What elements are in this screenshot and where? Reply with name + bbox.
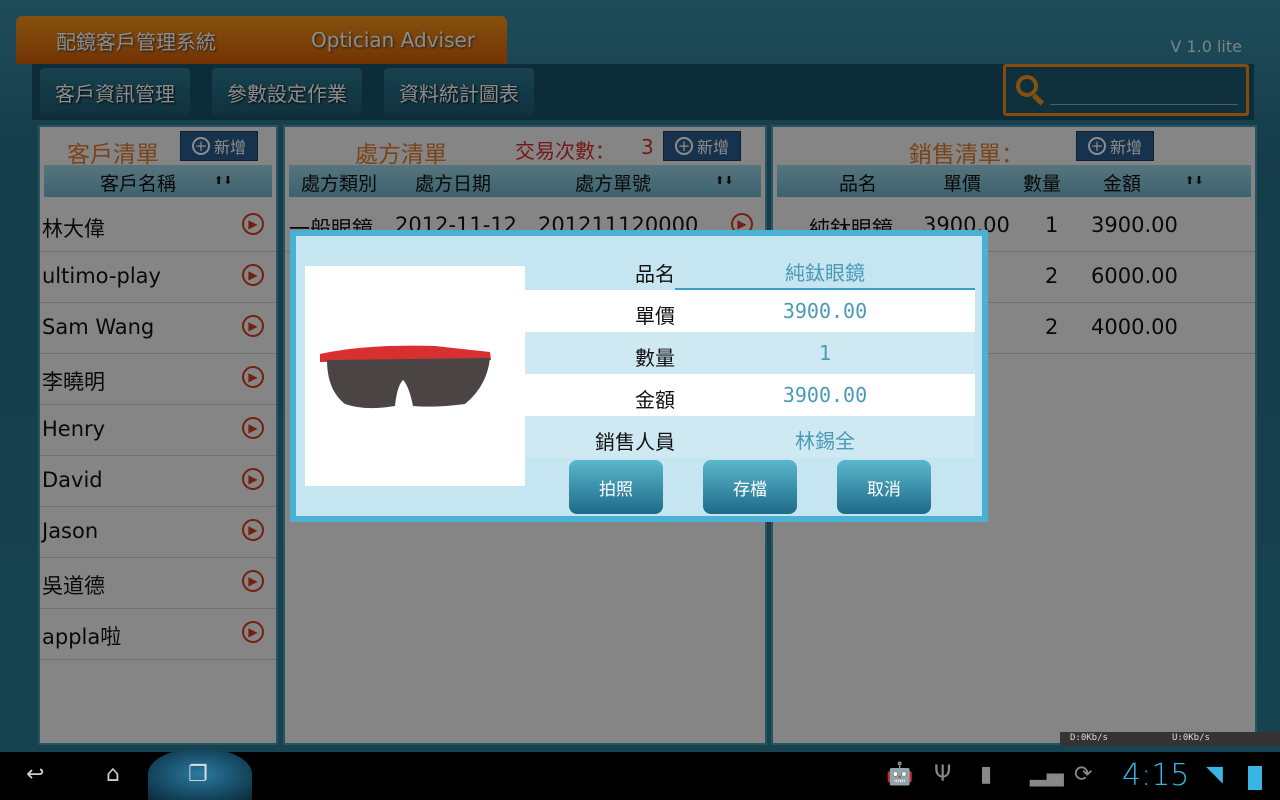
android-debug-icon: 🤖 — [886, 762, 914, 787]
cancel-button[interactable]: 取消 — [837, 460, 931, 514]
usb-icon: Ψ — [934, 762, 952, 787]
recent-apps-icon: ❐ — [188, 762, 208, 787]
battery-icon — [1248, 766, 1262, 790]
home-icon[interactable]: ⌂ — [106, 762, 120, 787]
field-label: 數量 — [635, 346, 675, 370]
dialog-field-row: 數量 1 — [525, 332, 975, 374]
field-label: 金額 — [635, 388, 675, 412]
wifi-icon: ◥ — [1206, 762, 1223, 787]
dialog-field-row: 金額 3900.00 — [525, 374, 975, 416]
sale-item-dialog: 品名 純鈦眼鏡 單價 3900.00 數量 1 金額 3900.00 銷售人員 林錫全 拍照 存檔… — [290, 230, 988, 522]
field-label: 單價 — [635, 304, 675, 328]
field-value-input[interactable]: 3900.00 — [675, 383, 975, 407]
clock: 4:15 — [1122, 758, 1190, 793]
sd-card-icon: ▮ — [980, 762, 993, 787]
field-value-input[interactable]: 3900.00 — [675, 299, 975, 323]
dialog-field-row: 單價 3900.00 — [525, 290, 975, 332]
field-value-input[interactable]: 林錫全 — [675, 425, 975, 454]
sync-icon: ⟳ — [1074, 762, 1093, 787]
field-label: 品名 — [635, 262, 675, 286]
back-icon[interactable]: ↩ — [26, 762, 44, 787]
network-speed-overlay: D:0Kb/s U:0Kb/s — [1060, 732, 1280, 746]
system-bar: ↩ ⌂ ❐ 🤖 Ψ ▮ ▂▄ ⟳ 4:15 ◥ — [0, 748, 1280, 800]
recent-apps-button[interactable]: ❐ — [148, 748, 252, 800]
signal-icon: ▂▄ — [1030, 762, 1064, 787]
product-photo — [305, 266, 525, 486]
dialog-field-row: 品名 純鈦眼鏡 — [525, 248, 975, 290]
dialog-field-row: 銷售人員 林錫全 — [525, 416, 975, 458]
save-button[interactable]: 存檔 — [703, 460, 797, 514]
field-value-input[interactable]: 1 — [675, 341, 975, 365]
take-photo-button[interactable]: 拍照 — [569, 460, 663, 514]
download-speed: D:0Kb/s — [1070, 733, 1108, 743]
field-value-input[interactable]: 純鈦眼鏡 — [675, 257, 975, 290]
upload-speed: U:0Kb/s — [1172, 733, 1210, 743]
field-label: 銷售人員 — [595, 430, 675, 454]
